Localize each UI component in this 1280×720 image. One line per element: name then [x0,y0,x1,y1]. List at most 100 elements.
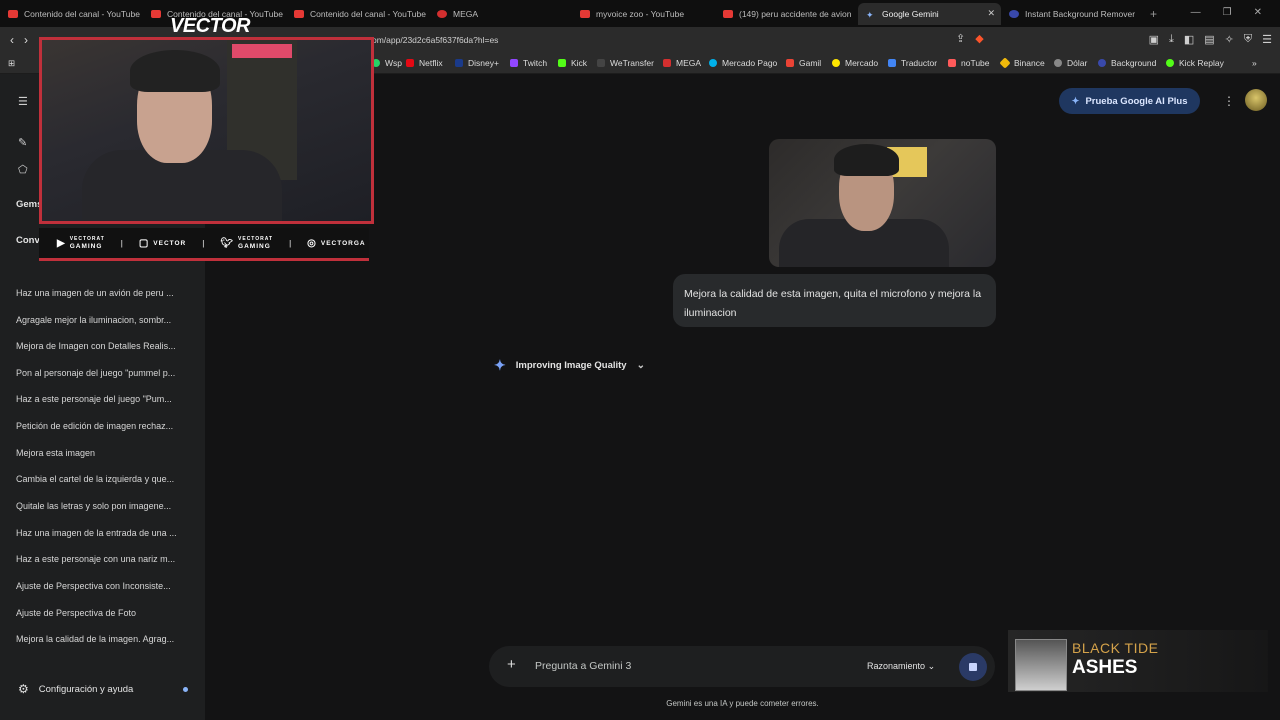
model-mode-selector[interactable]: Razonamiento ⌄ [867,661,935,672]
brave-shield-icon[interactable]: ◆ [975,32,983,45]
bookmark-label: MEGA [676,58,702,68]
conversation-item[interactable]: Haz una imagen de la entrada de una ... [16,528,188,538]
new-chat-icon[interactable]: ✎ [18,136,27,149]
sparkle-icon: ✦ [1071,95,1080,107]
share-icon[interactable]: ⇪ [956,32,965,45]
sidebar-toggle-icon[interactable]: ◧ [1184,33,1194,46]
avatar[interactable] [1245,89,1267,111]
upgrade-label: Prueba Google AI Plus [1085,95,1188,107]
bookmark-kick[interactable]: Kick [558,58,587,68]
prompt-input[interactable]: Pregunta a Gemini 3 [535,660,631,672]
streamer-hair [130,50,220,92]
youtube-icon [723,9,733,18]
thinking-status[interactable]: ✦ Improving Image Quality ⌄ [494,357,645,374]
settings-label: Configuración y ayuda [38,683,134,695]
uploaded-image[interactable] [769,139,996,267]
status-label: Improving Image Quality [515,360,627,371]
bookmark-label: Binance [1014,58,1045,68]
bookmark-traductor[interactable]: Traductor [888,58,937,68]
hamburger-menu-icon[interactable]: ☰ [18,95,28,108]
bookmark-mega[interactable]: MEGA [663,58,701,68]
wallet-icon[interactable]: ▤ [1204,33,1214,46]
bookmark-netflix[interactable]: Netflix [406,58,443,68]
upgrade-button[interactable]: ✦ Prueba Google AI Plus [1059,88,1200,114]
conversation-item[interactable]: Haz a este personaje con una nariz m... [16,554,188,564]
conversation-item[interactable]: Cambia el cartel de la izquierda y que..… [16,474,188,484]
song-title: ASHES [1072,657,1138,678]
social-line: VECTORGA [320,239,366,247]
close-tab-icon[interactable]: ✕ [987,8,995,19]
explore-gems-icon[interactable]: ⬠ [18,163,28,176]
stop-button[interactable] [959,653,987,681]
bookmark-label: Disney+ [468,58,499,68]
bookmark-mercado[interactable]: Mercado [832,58,878,68]
gemini-icon: ✦ [866,9,874,20]
more-bookmarks-icon[interactable]: » [1252,58,1257,68]
tab-label: Google Gemini [882,8,939,19]
tab-gemini[interactable]: ✦ Google Gemini ✕ [858,2,1001,25]
apps-icon[interactable]: ⊞ [8,58,15,69]
twitter-icon: 🐦︎ [220,237,235,249]
add-attachment-icon[interactable]: + [507,656,516,673]
bookmark-binance[interactable]: Binance [999,57,1045,69]
separator: | [202,238,205,248]
back-icon[interactable]: ‹ › [10,33,28,47]
bookmark-label: Traductor [901,58,938,68]
tab-label: MEGA [453,8,479,19]
social-instagram: ◎ VECTORGA [307,238,365,249]
conversation-item[interactable]: Haz a este personaje del juego "Pum... [16,394,188,404]
vpn-icon[interactable]: ⛨ [1244,33,1252,46]
conversation-item[interactable]: Quitale las letras y solo pon imagene... [16,501,188,511]
social-youtube: ▶ VECTORAT GAMING [57,236,105,250]
kick-icon [558,59,566,67]
youtube-icon [8,9,18,18]
bookmark-background[interactable]: Background [1098,58,1156,68]
bookmark-disney[interactable]: Disney+ [455,58,499,68]
conversation-item[interactable]: Mejora la calidad de la imagen. Agrag... [16,634,188,644]
new-tab-button[interactable]: + [1150,7,1157,21]
tab-mega[interactable]: MEGA [429,3,572,25]
conversation-item[interactable]: Mejora esta imagen [16,448,188,458]
minimize-icon[interactable]: — [1191,7,1201,18]
more-options-icon[interactable]: ⋮ [1223,94,1235,108]
bookmark-wsp[interactable]: Wsp [372,58,402,68]
bookmark-twitch[interactable]: Twitch [510,58,547,68]
conversation-item[interactable]: Ajuste de Perspectiva de Foto [16,608,188,618]
dollar-icon [1054,59,1062,67]
bookmark-label: Netflix [419,58,443,68]
chevron-down-icon: ⌄ [636,360,645,371]
close-window-icon[interactable]: ✕ [1254,7,1262,18]
url-field[interactable]: om/app/23d2c6a5f637f6da?hl=es [372,35,498,45]
leo-ai-icon[interactable]: ✧ [1225,33,1234,46]
screenshot-icon[interactable]: ▣ [1149,33,1159,46]
settings-and-help[interactable]: ⚙ Configuración y ayuda [18,682,188,696]
maximize-icon[interactable]: ❐ [1223,7,1232,18]
bookmark-label: WeTransfer [610,58,654,68]
gemini-spark-icon: ✦ [494,357,506,373]
conversation-item[interactable]: Ajuste de Perspectiva con Inconsiste... [16,581,188,591]
conversation-item[interactable]: Pon al personaje del juego "pummel p... [16,368,188,378]
download-icon[interactable]: ⤓ [1169,33,1174,46]
bookmark-notube[interactable]: noTube [948,58,990,68]
bookmark-wetransfer[interactable]: WeTransfer [597,58,654,68]
menu-icon[interactable]: ☰ [1262,33,1272,46]
bookmark-gmail[interactable]: Gamil [786,58,821,68]
vector-logo: VECTOR [170,15,250,37]
bookmark-dolar[interactable]: Dólar [1054,58,1087,68]
tab-youtube-4[interactable]: myvoice zoo - YouTube [572,3,715,25]
tab-youtube-5[interactable]: (149) peru accidente de avion [715,3,858,25]
conversation-item[interactable]: Agragale mejor la iluminacion, sombr... [16,315,188,325]
bookmark-label: noTube [961,58,990,68]
tab-youtube-1[interactable]: Contenido del canal - YouTube [0,3,143,25]
social-line: GAMING [238,243,271,250]
bookmark-label: Background [1111,58,1157,68]
conversation-item[interactable]: Mejora de Imagen con Detalles Realis... [16,341,188,351]
conversation-item[interactable]: Petición de edición de imagen rechaz... [16,421,188,431]
tab-background-remover[interactable]: Instant Background Remover [1001,3,1144,25]
tab-youtube-3[interactable]: Contenido del canal - YouTube [286,3,429,25]
mega-icon [437,9,447,18]
conversation-item[interactable]: Haz una imagen de un avión de peru ... [16,288,188,298]
bookmark-mercado-pago[interactable]: Mercado Pago [709,58,777,68]
social-line: VECTORAT [69,236,105,242]
bookmark-kick-replay[interactable]: Kick Replay [1166,58,1224,68]
